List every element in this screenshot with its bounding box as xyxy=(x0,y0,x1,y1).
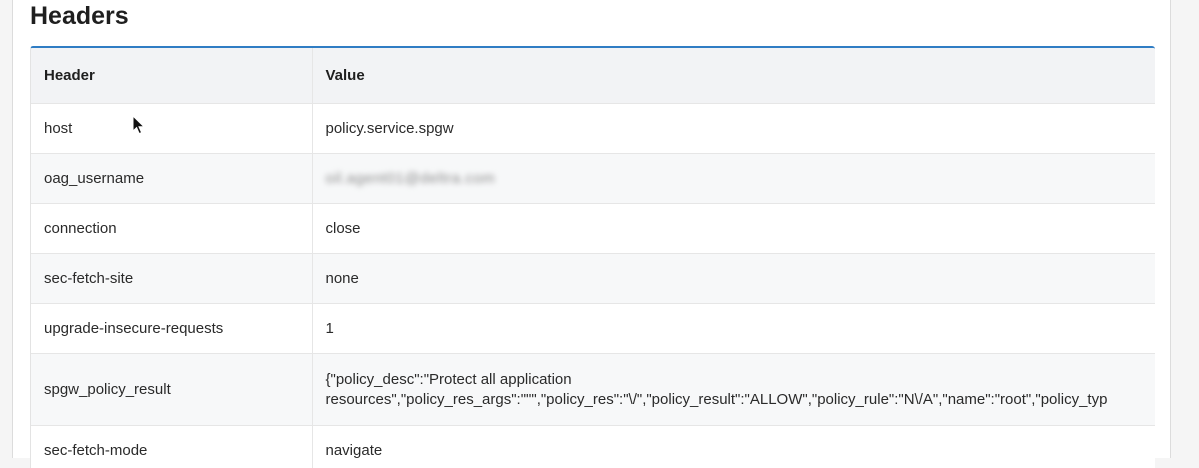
header-value-cell: none xyxy=(312,254,1155,304)
header-name-cell: host xyxy=(31,104,312,154)
header-name-cell: upgrade-insecure-requests xyxy=(31,304,312,354)
headers-table: Header Value host policy.service.spgw oa… xyxy=(31,48,1155,468)
table-row: spgw_policy_result {"policy_desc":"Prote… xyxy=(31,354,1155,426)
section-title: Headers xyxy=(30,0,129,34)
header-value-cell: {"policy_desc":"Protect all application … xyxy=(312,354,1155,426)
header-name-cell: spgw_policy_result xyxy=(31,354,312,426)
table-header-row: Header Value xyxy=(31,48,1155,104)
header-name-cell: connection xyxy=(31,204,312,254)
column-header-value[interactable]: Value xyxy=(312,48,1155,104)
header-value-cell: oil.agent01@deltra.com xyxy=(312,154,1155,204)
table-row: host policy.service.spgw xyxy=(31,104,1155,154)
table-row: sec-fetch-mode navigate xyxy=(31,426,1155,468)
value-line-2: resources","policy_res_args":""","policy… xyxy=(326,390,1156,410)
header-name-cell: sec-fetch-site xyxy=(31,254,312,304)
value-line-1: {"policy_desc":"Protect all application xyxy=(326,370,1156,390)
redacted-value: oil.agent01@deltra.com xyxy=(326,170,496,187)
headers-table-container[interactable]: Header Value host policy.service.spgw oa… xyxy=(30,46,1155,468)
header-value-cell: navigate xyxy=(312,426,1155,468)
headers-panel: Headers Header Value host policy.service… xyxy=(12,0,1171,458)
table-row: sec-fetch-site none xyxy=(31,254,1155,304)
header-value-cell: close xyxy=(312,204,1155,254)
table-row: connection close xyxy=(31,204,1155,254)
mouse-pointer-icon xyxy=(132,115,146,135)
column-header-header[interactable]: Header xyxy=(31,48,312,104)
table-row: upgrade-insecure-requests 1 xyxy=(31,304,1155,354)
header-name-cell: sec-fetch-mode xyxy=(31,426,312,468)
header-value-cell: policy.service.spgw xyxy=(312,104,1155,154)
header-value-cell: 1 xyxy=(312,304,1155,354)
table-row: oag_username oil.agent01@deltra.com xyxy=(31,154,1155,204)
header-name-cell: oag_username xyxy=(31,154,312,204)
